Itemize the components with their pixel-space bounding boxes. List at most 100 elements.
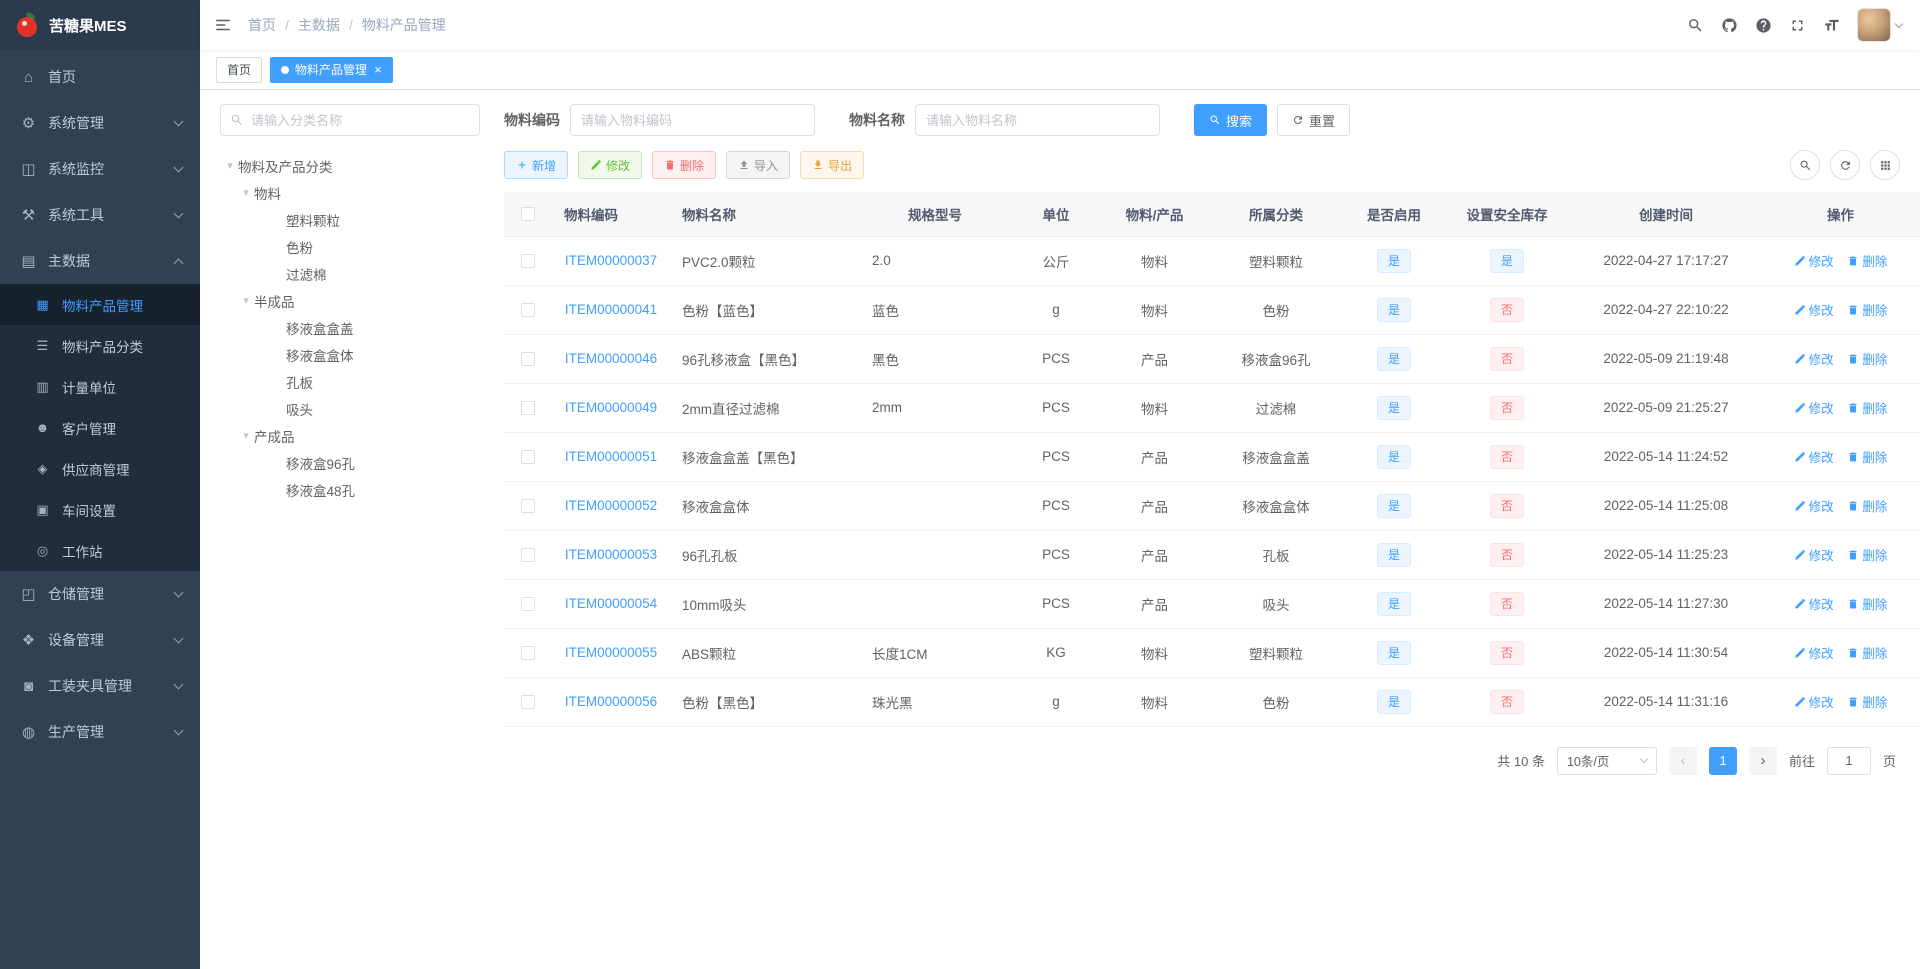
question-icon[interactable] (1755, 17, 1772, 34)
goto-page-input[interactable] (1826, 746, 1871, 775)
sidebar-item[interactable]: ▦ 物料产品管理 (0, 284, 200, 325)
item-code-link[interactable]: ITEM00000046 (565, 351, 657, 366)
tab-close-icon[interactable]: × (374, 63, 382, 76)
search-icon[interactable] (1687, 17, 1704, 34)
row-delete-link[interactable]: 删除 (1847, 251, 1887, 270)
toggle-search-button[interactable] (1790, 150, 1820, 180)
row-edit-link[interactable]: 修改 (1794, 594, 1834, 613)
tree-caret-icon[interactable]: ▾ (238, 186, 254, 199)
row-checkbox[interactable] (521, 646, 535, 661)
sidebar-item[interactable]: ◫ 系统监控 (0, 146, 200, 192)
sidebar-item[interactable]: ❖ 设备管理 (0, 617, 200, 663)
page-size-select[interactable]: 10条/页 (1556, 746, 1657, 775)
item-code-link[interactable]: ITEM00000041 (565, 302, 657, 317)
column-header[interactable]: 规格型号 (860, 192, 1010, 237)
row-edit-link[interactable]: 修改 (1794, 545, 1834, 564)
row-delete-link[interactable]: 删除 (1847, 398, 1887, 417)
item-code-link[interactable]: ITEM00000051 (565, 449, 657, 464)
row-edit-link[interactable]: 修改 (1794, 300, 1834, 319)
item-code-link[interactable]: ITEM00000037 (565, 253, 657, 268)
row-checkbox[interactable] (521, 695, 535, 710)
column-header[interactable]: 所属分类 (1207, 192, 1345, 237)
sidebar-item[interactable]: ⚒ 系统工具 (0, 192, 200, 238)
row-delete-link[interactable]: 删除 (1847, 692, 1887, 711)
breadcrumb-item[interactable]: 首页 / (248, 15, 298, 35)
delete-button[interactable]: 删除 (652, 151, 717, 179)
column-header[interactable]: 单位 (1010, 192, 1102, 237)
column-header[interactable]: 物料/产品 (1102, 192, 1207, 237)
sidebar-item[interactable]: ◙ 工装夹具管理 (0, 663, 200, 709)
column-settings-button[interactable] (1870, 150, 1900, 180)
row-checkbox[interactable] (521, 597, 535, 612)
breadcrumb-item[interactable]: 主数据 / (298, 15, 362, 35)
row-checkbox[interactable] (521, 548, 535, 563)
sidebar-item[interactable]: ▣ 车间设置 (0, 489, 200, 530)
row-checkbox[interactable] (521, 450, 535, 465)
tree-node[interactable]: 移液盒盒盖 (220, 314, 480, 341)
column-header[interactable]: 设置安全库存 (1443, 192, 1571, 237)
tree-node[interactable]: 移液盒盒体 (220, 341, 480, 368)
row-checkbox[interactable] (521, 303, 535, 318)
tree-node[interactable]: ▾ 物料及产品分类 (220, 152, 480, 179)
search-button[interactable]: 搜索 (1194, 104, 1268, 136)
tree-caret-icon[interactable]: ▾ (238, 294, 254, 307)
tab[interactable]: 首页 (216, 56, 263, 83)
row-delete-link[interactable]: 删除 (1847, 349, 1887, 368)
sidebar-toggle-icon[interactable] (214, 16, 232, 34)
row-delete-link[interactable]: 删除 (1847, 643, 1887, 662)
refresh-button[interactable] (1830, 150, 1860, 180)
sidebar-item[interactable]: ◎ 工作站 (0, 530, 200, 571)
category-search-input[interactable] (220, 104, 480, 136)
breadcrumb-item[interactable]: 物料产品管理 / (362, 15, 446, 35)
user-menu[interactable] (1857, 8, 1904, 42)
tree-caret-icon[interactable]: ▾ (238, 429, 254, 442)
column-header[interactable]: 操作 (1761, 192, 1920, 237)
prev-page-button[interactable]: ‹ (1668, 746, 1697, 775)
next-page-button[interactable]: › (1748, 746, 1777, 775)
tree-node[interactable]: 吸头 (220, 395, 480, 422)
fullscreen-icon[interactable] (1789, 17, 1806, 34)
row-delete-link[interactable]: 删除 (1847, 300, 1887, 319)
edit-button[interactable]: 修改 (578, 151, 643, 179)
row-checkbox[interactable] (521, 401, 535, 416)
app-logo[interactable]: 苦糖果MES (0, 0, 200, 50)
row-edit-link[interactable]: 修改 (1794, 447, 1834, 466)
font-size-icon[interactable] (1823, 17, 1840, 34)
sidebar-item[interactable]: ◰ 仓储管理 (0, 571, 200, 617)
sidebar-item[interactable]: ▤ 主数据 (0, 238, 200, 284)
sidebar-item[interactable]: ☰ 物料产品分类 (0, 325, 200, 366)
tab[interactable]: 物料产品管理 × (270, 56, 393, 83)
column-header[interactable]: 物料名称 (670, 192, 860, 237)
tree-node[interactable]: ▾ 物料 (220, 179, 480, 206)
row-delete-link[interactable]: 删除 (1847, 545, 1887, 564)
row-edit-link[interactable]: 修改 (1794, 251, 1834, 270)
material-name-input[interactable] (915, 104, 1160, 136)
sidebar-item[interactable]: ⌂ 首页 (0, 54, 200, 100)
tree-node[interactable]: 移液盒48孔 (220, 476, 480, 503)
tree-node[interactable]: 移液盒96孔 (220, 449, 480, 476)
item-code-link[interactable]: ITEM00000055 (565, 645, 657, 660)
tree-node[interactable]: 色粉 (220, 233, 480, 260)
tree-node[interactable]: 孔板 (220, 368, 480, 395)
item-code-link[interactable]: ITEM00000049 (565, 400, 657, 415)
avatar[interactable] (1857, 8, 1891, 42)
row-delete-link[interactable]: 删除 (1847, 594, 1887, 613)
material-code-input[interactable] (570, 104, 815, 136)
row-checkbox[interactable] (521, 352, 535, 367)
tree-caret-icon[interactable]: ▾ (222, 159, 238, 172)
github-icon[interactable] (1721, 17, 1738, 34)
tree-node[interactable]: ▾ 半成品 (220, 287, 480, 314)
row-delete-link[interactable]: 删除 (1847, 447, 1887, 466)
row-edit-link[interactable]: 修改 (1794, 692, 1834, 711)
tree-node[interactable]: 塑料颗粒 (220, 206, 480, 233)
item-code-link[interactable]: ITEM00000052 (565, 498, 657, 513)
row-delete-link[interactable]: 删除 (1847, 496, 1887, 515)
item-code-link[interactable]: ITEM00000053 (565, 547, 657, 562)
column-header[interactable]: 物料编码 (552, 192, 670, 237)
row-edit-link[interactable]: 修改 (1794, 349, 1834, 368)
column-header[interactable]: 创建时间 (1571, 192, 1761, 237)
page-number-button[interactable]: 1 (1708, 746, 1737, 775)
row-edit-link[interactable]: 修改 (1794, 398, 1834, 417)
row-edit-link[interactable]: 修改 (1794, 643, 1834, 662)
sidebar-item[interactable]: ☻ 客户管理 (0, 407, 200, 448)
